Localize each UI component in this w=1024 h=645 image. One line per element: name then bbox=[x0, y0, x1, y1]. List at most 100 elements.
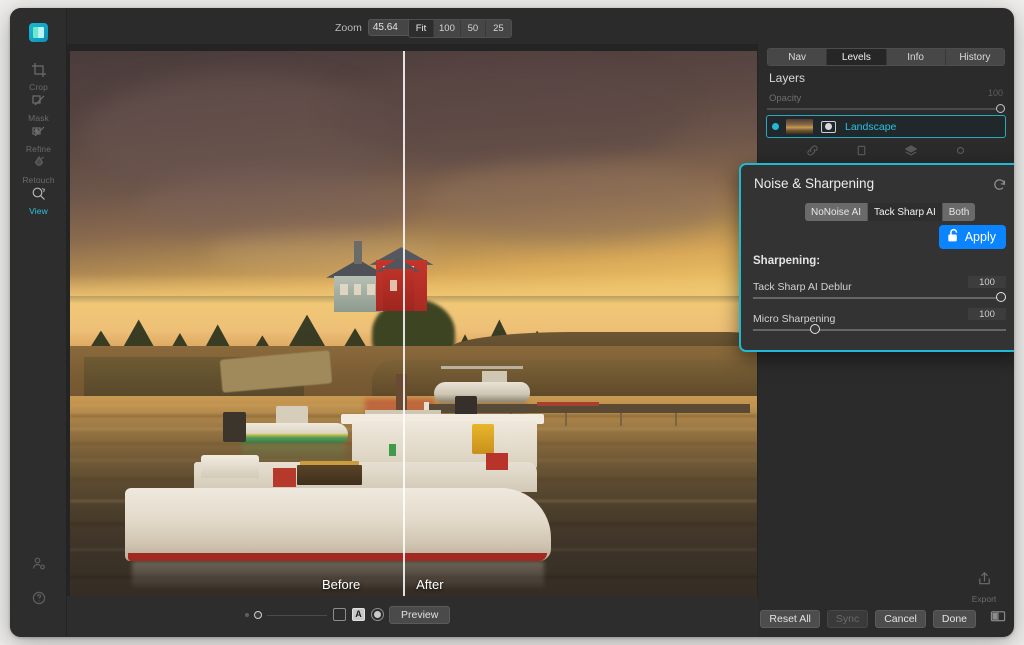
bottom-toolbar: A Preview bbox=[67, 596, 758, 637]
account-icon[interactable] bbox=[10, 547, 67, 581]
before-label: Before bbox=[321, 577, 361, 592]
slider-label: Micro Sharpening bbox=[753, 313, 836, 325]
after-label: After bbox=[416, 577, 444, 592]
opacity-value: 100 bbox=[987, 88, 1003, 98]
zoom-presets: Fit 100 50 25 bbox=[408, 19, 512, 38]
tool-label-view: View bbox=[29, 206, 48, 216]
delete-layer-icon[interactable] bbox=[954, 144, 967, 162]
retouch-icon bbox=[10, 153, 67, 172]
tab-info[interactable]: Info bbox=[886, 49, 946, 65]
help-icon[interactable] bbox=[10, 581, 67, 615]
tool-item-view[interactable]: View bbox=[10, 184, 67, 216]
view-toggle-group: A bbox=[333, 608, 384, 621]
merge-layers-icon[interactable] bbox=[904, 144, 918, 163]
layer-thumbnail bbox=[786, 119, 813, 134]
zoom-preset-fit[interactable]: Fit bbox=[409, 20, 434, 37]
slider-track[interactable] bbox=[753, 329, 1006, 331]
photo-preview[interactable]: Before After bbox=[70, 51, 757, 608]
photo-green-marker bbox=[389, 443, 397, 456]
noise-and-sharpening-dialog: Noise & Sharpening NoNoise AI Tack Sharp… bbox=[739, 163, 1014, 352]
tab-nav[interactable]: Nav bbox=[768, 49, 828, 65]
reset-all-button[interactable]: Reset All bbox=[760, 609, 820, 628]
done-button[interactable]: Done bbox=[932, 609, 976, 628]
dialog-title: Noise & Sharpening bbox=[754, 176, 875, 191]
slider-track[interactable] bbox=[753, 297, 1006, 299]
photo-small-boat-motor bbox=[222, 411, 246, 442]
top-toolbar: Zoom 45.64 Fit 100 50 25 bbox=[67, 8, 1014, 44]
photo-yellow-gear bbox=[471, 424, 494, 455]
tool-item-mask[interactable]: Mask bbox=[10, 91, 67, 123]
reset-arrow-icon[interactable] bbox=[992, 177, 1007, 197]
segment-tack-sharp-ai[interactable]: Tack Sharp AI bbox=[868, 203, 943, 221]
duplicate-layer-icon[interactable] bbox=[855, 144, 868, 162]
photo-crate bbox=[296, 464, 362, 485]
app-logo-icon[interactable] bbox=[29, 23, 48, 42]
tool-item-crop[interactable]: Crop bbox=[10, 60, 67, 92]
slider-value[interactable]: 100 bbox=[968, 276, 1006, 288]
view-icon bbox=[10, 184, 67, 203]
tab-history[interactable]: History bbox=[945, 49, 1004, 65]
letter-a-icon[interactable]: A bbox=[352, 608, 365, 621]
square-view-icon[interactable] bbox=[333, 608, 346, 621]
canvas-zoom-slider[interactable] bbox=[245, 611, 327, 619]
mask-icon bbox=[10, 91, 67, 110]
slider-value[interactable]: 100 bbox=[968, 308, 1006, 320]
layer-mask-icon[interactable] bbox=[821, 120, 836, 133]
photo-cloud bbox=[427, 162, 730, 241]
segment-nonoise-ai[interactable]: NoNoise AI bbox=[805, 203, 869, 221]
sync-button: Sync bbox=[826, 609, 869, 628]
opacity-slider[interactable] bbox=[767, 104, 1005, 114]
photo-cloud bbox=[138, 173, 414, 241]
photo-rocks bbox=[372, 360, 757, 400]
layer-row[interactable]: Landscape bbox=[766, 115, 1006, 138]
photo-red-skiff bbox=[537, 401, 599, 407]
application-window: Crop Mask Refine Retouch View Zoom 45.64… bbox=[10, 8, 1014, 637]
segment-both[interactable]: Both bbox=[942, 203, 976, 221]
slider-knob[interactable] bbox=[809, 324, 820, 334]
tool-rail: Crop Mask Refine Retouch View bbox=[10, 8, 67, 637]
split-view-icon[interactable] bbox=[990, 609, 1006, 628]
tab-levels[interactable]: Levels bbox=[827, 49, 887, 65]
zoom-preset-25[interactable]: 25 bbox=[485, 20, 511, 37]
tool-rail-bottom bbox=[10, 547, 67, 615]
zoom-preset-100[interactable]: 100 bbox=[434, 20, 461, 37]
apply-button[interactable]: Apply bbox=[938, 225, 1006, 249]
export-label: Export bbox=[971, 594, 997, 604]
micro-sharpening-slider: Micro Sharpening 100 bbox=[753, 308, 1006, 334]
slider-knob[interactable] bbox=[254, 611, 262, 619]
slider-knob[interactable] bbox=[996, 292, 1006, 302]
link-layers-icon[interactable] bbox=[806, 144, 819, 162]
zoom-value: 45.64 bbox=[372, 22, 398, 33]
layer-tools bbox=[766, 142, 1006, 164]
slider-track[interactable] bbox=[267, 614, 327, 616]
zoom-preset-50[interactable]: 50 bbox=[460, 20, 486, 37]
opacity-slider-knob[interactable] bbox=[996, 104, 1005, 113]
photo-chimney bbox=[353, 241, 362, 264]
preview-button[interactable]: Preview bbox=[389, 606, 451, 624]
opacity-slider-track[interactable] bbox=[767, 108, 1005, 110]
mask-oval-glyph bbox=[825, 123, 832, 130]
app-logo-glyph bbox=[33, 27, 44, 38]
circle-view-icon[interactable] bbox=[371, 608, 384, 621]
canvas-area: Before After bbox=[67, 44, 758, 612]
action-row: Reset All Sync Cancel Done bbox=[760, 609, 1006, 628]
zoom-label: Zoom bbox=[335, 21, 362, 34]
apply-label: Apply bbox=[964, 230, 996, 244]
photo-piling bbox=[564, 413, 568, 427]
photo-piling bbox=[619, 413, 623, 427]
layers-title: Layers bbox=[769, 71, 806, 85]
tool-item-retouch[interactable]: Retouch bbox=[10, 153, 67, 185]
tool-item-refine[interactable]: Refine bbox=[10, 122, 67, 154]
export-button[interactable]: Export bbox=[964, 570, 1004, 604]
photo-lobster-boat-hull bbox=[124, 488, 551, 561]
visibility-dot-icon[interactable] bbox=[772, 123, 779, 130]
cancel-button[interactable]: Cancel bbox=[875, 609, 926, 628]
slider-min-marker bbox=[245, 613, 249, 617]
footer: Export Reset All Sync Cancel Done bbox=[758, 571, 1014, 637]
before-after-split-handle[interactable] bbox=[403, 51, 405, 608]
method-segmented-control: NoNoise AI Tack Sharp AI Both bbox=[805, 203, 976, 221]
photo-deck-box bbox=[200, 454, 259, 479]
tack-sharp-ai-deblur-slider: Tack Sharp AI Deblur 100 bbox=[753, 276, 1006, 302]
photo-piling bbox=[674, 413, 678, 427]
letter-a-glyph: A bbox=[355, 609, 362, 619]
